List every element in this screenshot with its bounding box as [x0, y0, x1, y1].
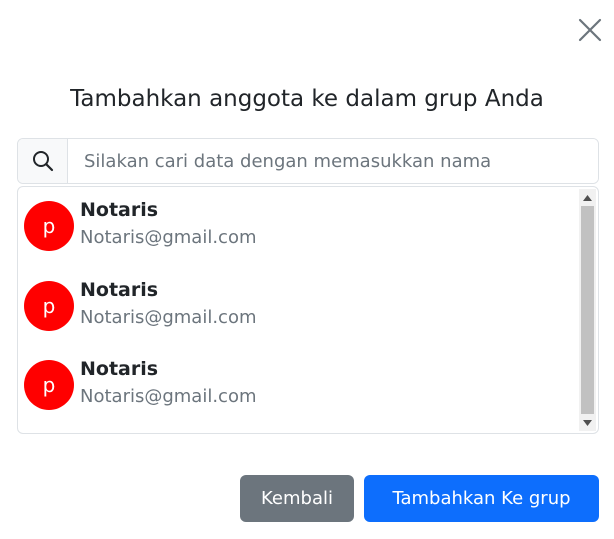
list-item[interactable]: p Notaris Notaris@gmail.com — [24, 267, 574, 337]
scroll-up-button[interactable] — [579, 189, 596, 206]
search-input[interactable] — [68, 139, 598, 183]
member-name: Notaris — [80, 358, 159, 380]
arrow-up-icon — [583, 194, 592, 201]
arrow-down-icon — [583, 419, 592, 426]
search-bar — [17, 138, 599, 184]
member-email: Notaris@gmail.com — [80, 386, 257, 407]
close-icon — [578, 18, 602, 42]
member-name: Notaris — [80, 279, 159, 301]
avatar: p — [24, 360, 74, 410]
list-item[interactable]: p Notaris Notaris@gmail.com — [24, 187, 574, 257]
scroll-down-button[interactable] — [579, 414, 596, 431]
search-icon-addon — [18, 139, 68, 183]
add-member-modal: Tambahkan anggota ke dalam grup Anda p N… — [0, 0, 614, 539]
scrollbar[interactable] — [579, 189, 596, 431]
modal-title: Tambahkan anggota ke dalam grup Anda — [70, 86, 544, 112]
member-name: Notaris — [80, 199, 159, 221]
add-to-group-button[interactable]: Tambahkan Ke grup — [364, 475, 599, 522]
back-button[interactable]: Kembali — [240, 475, 354, 522]
list-item[interactable]: p Notaris Notaris@gmail.com — [24, 346, 574, 416]
member-list: p Notaris Notaris@gmail.com p Notaris No… — [17, 186, 599, 434]
close-button[interactable] — [574, 14, 606, 46]
avatar: p — [24, 281, 74, 331]
member-email: Notaris@gmail.com — [80, 227, 257, 248]
avatar: p — [24, 201, 74, 251]
member-email: Notaris@gmail.com — [80, 307, 257, 328]
search-icon — [32, 151, 53, 172]
scroll-thumb[interactable] — [581, 206, 594, 414]
